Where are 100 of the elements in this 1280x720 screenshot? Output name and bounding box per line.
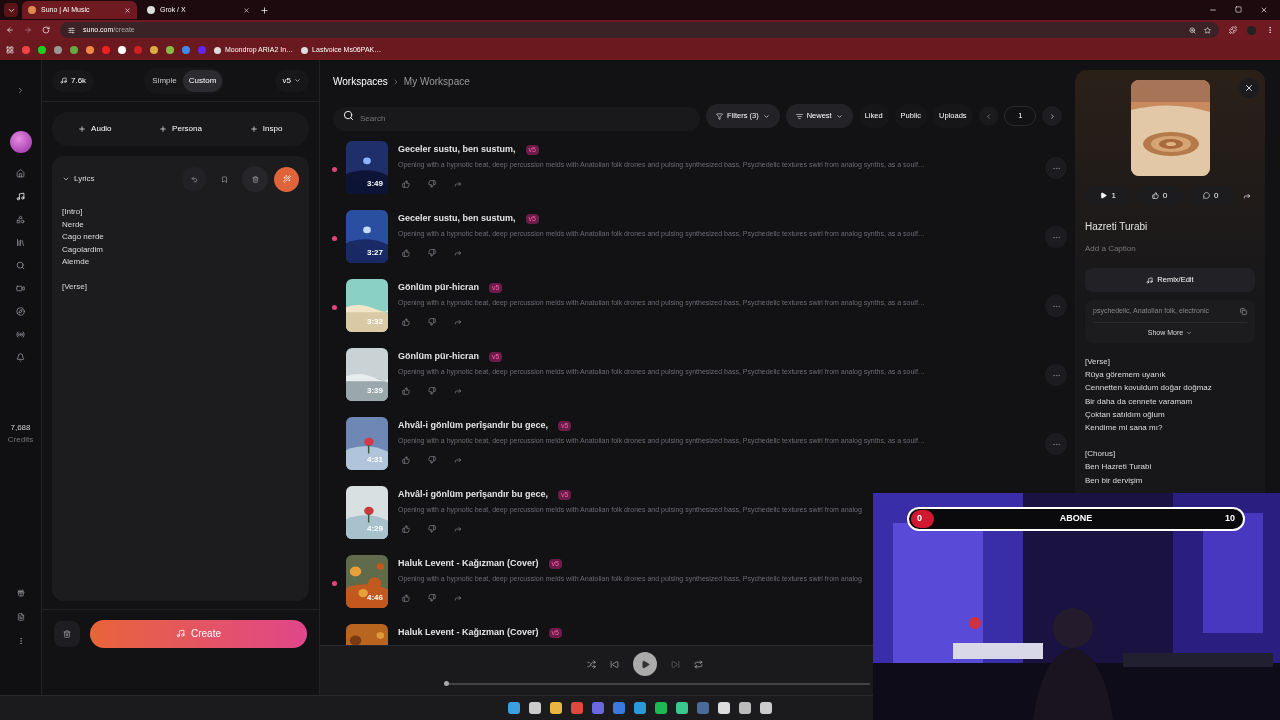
radio-icon[interactable]	[16, 330, 25, 339]
avatar[interactable]	[9, 131, 32, 153]
taskbar-app-icon[interactable]	[634, 702, 646, 714]
minimize-icon[interactable]	[1209, 6, 1217, 14]
taskbar-app-icon[interactable]	[718, 702, 730, 714]
breadcrumb-link[interactable]: Workspaces	[333, 74, 388, 89]
music-note-icon	[60, 77, 67, 84]
credit-badge[interactable]: 7.6k	[52, 69, 95, 92]
like-count[interactable]: 0	[1136, 186, 1183, 205]
mode-tab[interactable]: Custom	[182, 69, 223, 92]
taskbar-app-icon[interactable]	[655, 702, 667, 714]
compass-icon[interactable]	[16, 307, 25, 316]
site-settings-icon	[68, 26, 75, 34]
lyrics-field[interactable]: [Intro] Nerde Cago nerde Cagolardim Alemde [Verse]	[62, 206, 299, 293]
thumbs-up-icon	[1151, 192, 1159, 199]
goal-target: 10	[1225, 512, 1235, 526]
add-button[interactable]: Audio	[52, 112, 138, 146]
share-icon	[454, 387, 462, 395]
duration: 3:27	[367, 247, 383, 259]
expand-icon[interactable]	[16, 86, 25, 95]
copy-icon[interactable]	[1240, 307, 1247, 315]
share-icon	[454, 318, 462, 326]
share-icon	[454, 249, 462, 257]
song-title[interactable]: Haluk Levent - Kağızman (Cover)	[398, 626, 539, 640]
song-title[interactable]: Geceler sustu, ben sustum,	[398, 143, 516, 157]
close-icon[interactable]	[243, 6, 250, 14]
magic-wand-button[interactable]	[274, 166, 299, 192]
funnel-icon	[716, 112, 723, 120]
song-title[interactable]: Haluk Levent - Kağızman (Cover)	[398, 557, 539, 571]
song-title: Hazreti Turabi	[1085, 220, 1149, 234]
song-title[interactable]: Ahvâl-i gönlüm perîşandır bu gece,	[398, 488, 549, 502]
thumbs-up-icon	[402, 249, 410, 257]
breadcrumb-current: My Workspace	[403, 75, 470, 89]
close-icon[interactable]	[1260, 6, 1268, 14]
song-lyrics: [Verse] Rüya göremem uyanık Cennetten kovuldum doğar doğmaz Bir daha da cennete varamam Çoktan satıldım oğlum Kendime mi sana mı? [Chorus] Ben Hazreti Turabi Ben bir dervişim	[1085, 356, 1213, 487]
thumbs-down-icon	[428, 456, 436, 464]
add-button[interactable]: Inspo	[223, 112, 309, 146]
shapes-icon[interactable]	[16, 215, 25, 224]
restore-icon[interactable]	[1235, 6, 1242, 13]
previous-icon[interactable]	[610, 659, 619, 669]
play-count[interactable]: 1	[1085, 186, 1132, 205]
home-icon[interactable]	[16, 169, 25, 178]
duration: 4:29	[367, 523, 383, 535]
library-icon[interactable]	[16, 238, 25, 247]
thumbs-down-icon	[428, 594, 436, 602]
taskbar-app-icon[interactable]	[529, 702, 541, 714]
document-icon[interactable]	[16, 613, 25, 621]
taskbar-app-icon[interactable]	[508, 702, 520, 714]
taskbar-app-icon[interactable]	[739, 702, 751, 714]
extensions-icon[interactable]	[1229, 26, 1237, 34]
search-icon	[343, 110, 354, 121]
song-title[interactable]: Geceler sustu, ben sustum,	[398, 212, 516, 226]
comment-icon	[1203, 192, 1211, 199]
close-icon[interactable]	[124, 6, 131, 14]
play-button[interactable]	[633, 652, 657, 676]
page-icon	[301, 46, 309, 54]
clear-button[interactable]	[242, 166, 268, 192]
search-icon[interactable]	[16, 261, 25, 270]
caption-field[interactable]: Add a Caption	[1085, 243, 1255, 255]
gift-icon[interactable]	[16, 589, 25, 597]
trash-icon	[251, 175, 259, 183]
share-icon	[454, 525, 462, 533]
credit-count: 7,688	[10, 422, 31, 434]
mode-tab[interactable]: Simple	[146, 69, 183, 92]
chevron-down-icon	[62, 175, 70, 183]
goal-label: ABONE	[1059, 512, 1093, 526]
goal-current: 0	[917, 512, 922, 526]
repeat-icon[interactable]	[694, 659, 703, 669]
add-button[interactable]: Persona	[137, 112, 224, 146]
song-title[interactable]: Gönlüm pür-hicran	[398, 281, 479, 295]
wand-icon	[282, 175, 291, 183]
thumbs-down-icon	[428, 387, 436, 395]
apps-icon[interactable]	[6, 46, 14, 54]
reload-icon[interactable]	[42, 26, 50, 34]
song-title[interactable]: Ahvâl-i gönlüm perîşandır bu gece,	[398, 419, 549, 433]
menu-icon[interactable]	[1266, 26, 1274, 34]
taskbar-app-icon[interactable]	[760, 702, 772, 714]
plus-icon	[159, 125, 168, 133]
progress-handle[interactable]	[444, 681, 449, 686]
comment-count[interactable]: 0	[1187, 186, 1234, 205]
lyrics-toggle[interactable]: Lyrics	[62, 173, 95, 185]
model-select[interactable]: v5	[274, 69, 309, 92]
song-title[interactable]: Gönlüm pür-hicran	[398, 350, 479, 364]
thumbs-up-icon	[402, 318, 410, 326]
bell-icon[interactable]	[16, 353, 25, 362]
taskbar-app-icon[interactable]	[550, 702, 562, 714]
video-icon[interactable]	[16, 284, 25, 293]
taskbar-app-icon[interactable]	[676, 702, 688, 714]
tab-list-button[interactable]	[4, 3, 18, 17]
search-field[interactable]: Search	[333, 106, 700, 131]
music-icon[interactable]	[16, 192, 25, 201]
site-icon	[28, 6, 36, 14]
thumbs-up-icon	[402, 456, 410, 464]
shuffle-icon[interactable]	[587, 659, 596, 669]
create-button[interactable]: Create	[90, 619, 307, 648]
play-icon	[640, 659, 650, 669]
new-tab-icon[interactable]	[260, 5, 269, 15]
back-icon[interactable]	[6, 26, 14, 34]
close-button[interactable]	[1239, 78, 1259, 98]
trash-button[interactable]	[54, 620, 80, 647]
